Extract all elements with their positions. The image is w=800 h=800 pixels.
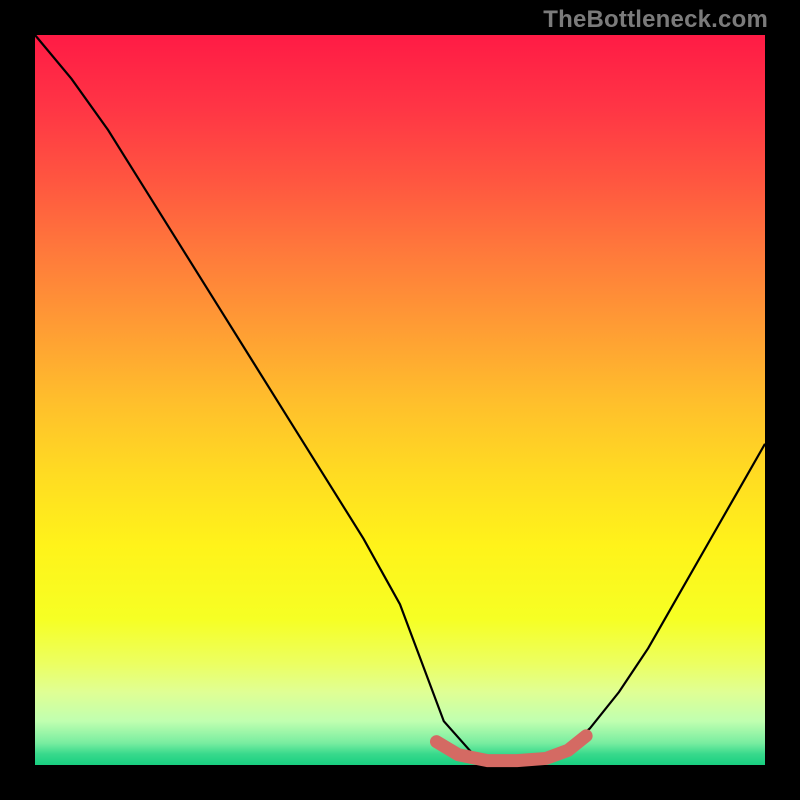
chart-svg [35,35,765,765]
watermark-text: TheBottleneck.com [543,6,768,34]
plot-area [35,35,765,765]
bottleneck-curve [35,35,765,761]
chart-stage: TheBottleneck.com [0,0,800,800]
